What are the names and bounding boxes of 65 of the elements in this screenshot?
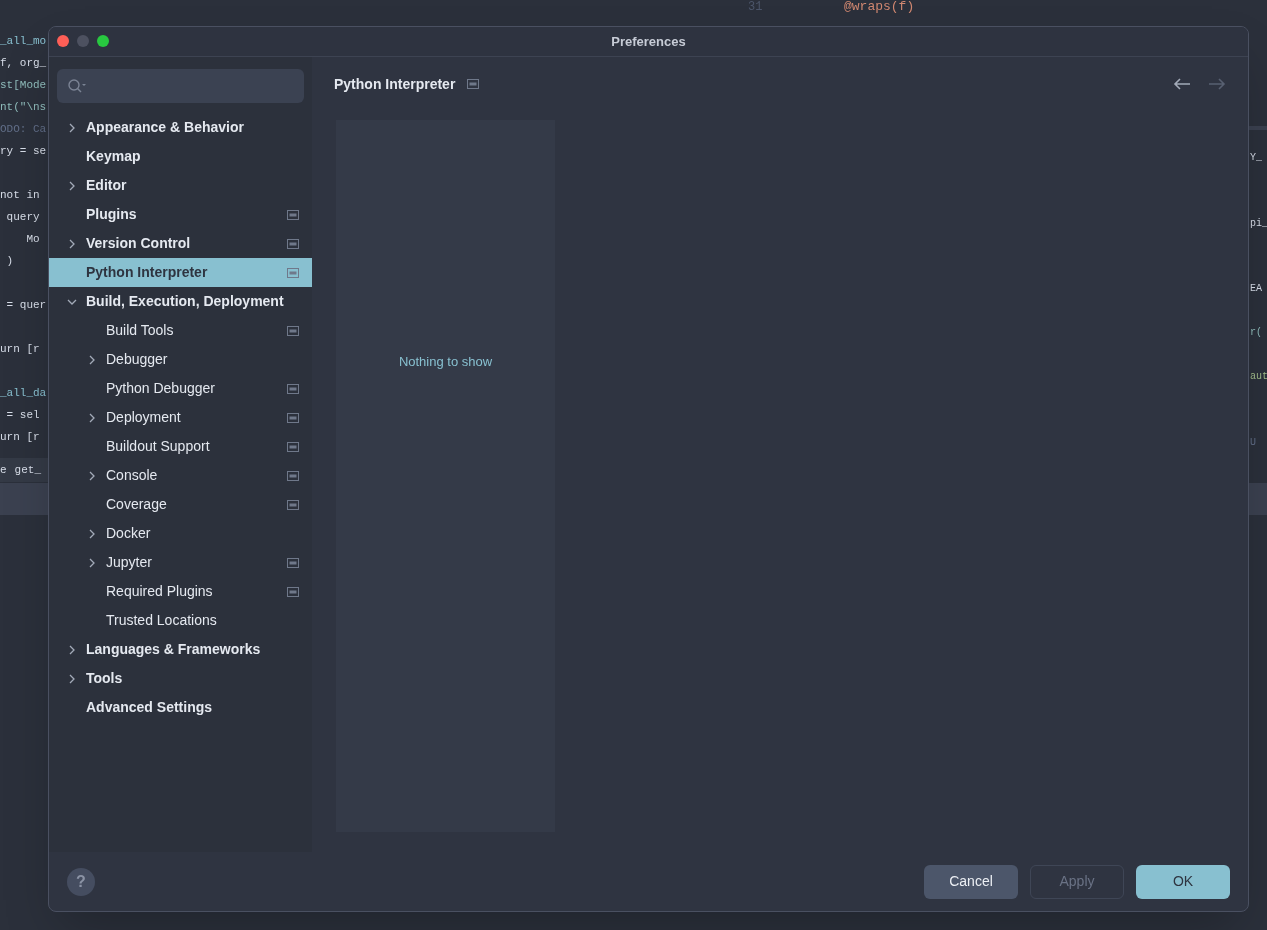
code-line: f, org_ <box>0 55 47 71</box>
tree-item[interactable]: Keymap <box>49 142 312 171</box>
code-line: Y_ <box>1250 151 1262 165</box>
tree-item[interactable]: Console <box>49 461 312 490</box>
breadcrumb: e <box>0 462 7 478</box>
tree-item[interactable]: Debugger <box>49 345 312 374</box>
code-line: aut <box>1250 370 1267 384</box>
empty-message: Nothing to show <box>398 353 493 368</box>
ok-button[interactable]: OK <box>1136 864 1230 899</box>
tree-item[interactable]: Required Plugins <box>49 577 312 606</box>
code-line: Mo <box>25 231 40 247</box>
search-icon <box>67 78 87 94</box>
chevron-right-icon[interactable] <box>87 412 97 423</box>
chevron-right-icon[interactable] <box>87 557 97 568</box>
code-line: _all_mo <box>0 33 47 49</box>
code-line: query <box>5 209 40 225</box>
page-title: Python Interpreter <box>334 74 456 94</box>
tree-item[interactable]: Docker <box>49 519 312 548</box>
chevron-right-icon[interactable] <box>67 644 77 655</box>
code-line: st[Mode <box>0 77 47 93</box>
code-line: nt("\ns <box>0 99 47 115</box>
chevron-right-icon[interactable] <box>87 470 97 481</box>
code-line: urn [r <box>0 429 40 445</box>
tree-item[interactable]: Python Interpreter <box>49 258 312 287</box>
breadcrumb: get_ <box>14 462 41 478</box>
code-line: not in <box>0 187 40 203</box>
tree-item[interactable]: Tools <box>49 664 312 693</box>
tree-item[interactable]: Build Tools <box>49 316 312 345</box>
zoom-button[interactable] <box>97 35 109 47</box>
close-button[interactable] <box>57 35 69 47</box>
code-line: ODO: Ca <box>0 121 47 137</box>
tree-item[interactable]: Editor <box>49 171 312 200</box>
back-arrow-icon[interactable] <box>1173 77 1191 91</box>
code-line: = sel <box>5 407 40 423</box>
tree-item[interactable]: Deployment <box>49 403 312 432</box>
tree-item[interactable]: Build, Execution, Deployment <box>49 287 312 316</box>
chevron-right-icon[interactable] <box>87 528 97 539</box>
code-line: ry = se <box>0 143 47 159</box>
window-title: Preferences <box>611 32 686 51</box>
code-line: r( <box>1250 326 1262 340</box>
code-line: = quer <box>5 297 47 313</box>
code-line: @wraps(f) <box>844 0 915 16</box>
code-line: _all_da <box>0 385 47 401</box>
code-line: U <box>1250 436 1256 450</box>
chevron-right-icon[interactable] <box>87 354 97 365</box>
code-line: ) <box>5 253 14 269</box>
chevron-right-icon[interactable] <box>67 122 77 133</box>
code-line: EA <box>1250 282 1262 296</box>
tree-item[interactable]: Appearance & Behavior <box>49 113 312 142</box>
search-field[interactable] <box>57 69 304 103</box>
tool-window-panel <box>1249 483 1267 515</box>
tree-item[interactable]: Plugins <box>49 200 312 229</box>
tree-item[interactable]: Version Control <box>49 229 312 258</box>
dialog-button[interactable]: Cancel <box>924 864 1018 899</box>
tree-item[interactable]: Buildout Support <box>49 432 312 461</box>
chevron-right-icon[interactable] <box>67 673 77 684</box>
tree-item[interactable]: Python Debugger <box>49 374 312 403</box>
tree-item[interactable]: Trusted Locations <box>49 606 312 635</box>
chevron-right-icon[interactable] <box>67 180 77 191</box>
code-line: urn [r <box>0 341 40 357</box>
tree-item[interactable]: Coverage <box>49 490 312 519</box>
chevron-right-icon[interactable] <box>67 238 77 249</box>
tree-item[interactable]: Jupyter <box>49 548 312 577</box>
tree-item[interactable]: Advanced Settings <box>49 693 312 722</box>
tree-item[interactable]: Languages & Frameworks <box>49 635 312 664</box>
